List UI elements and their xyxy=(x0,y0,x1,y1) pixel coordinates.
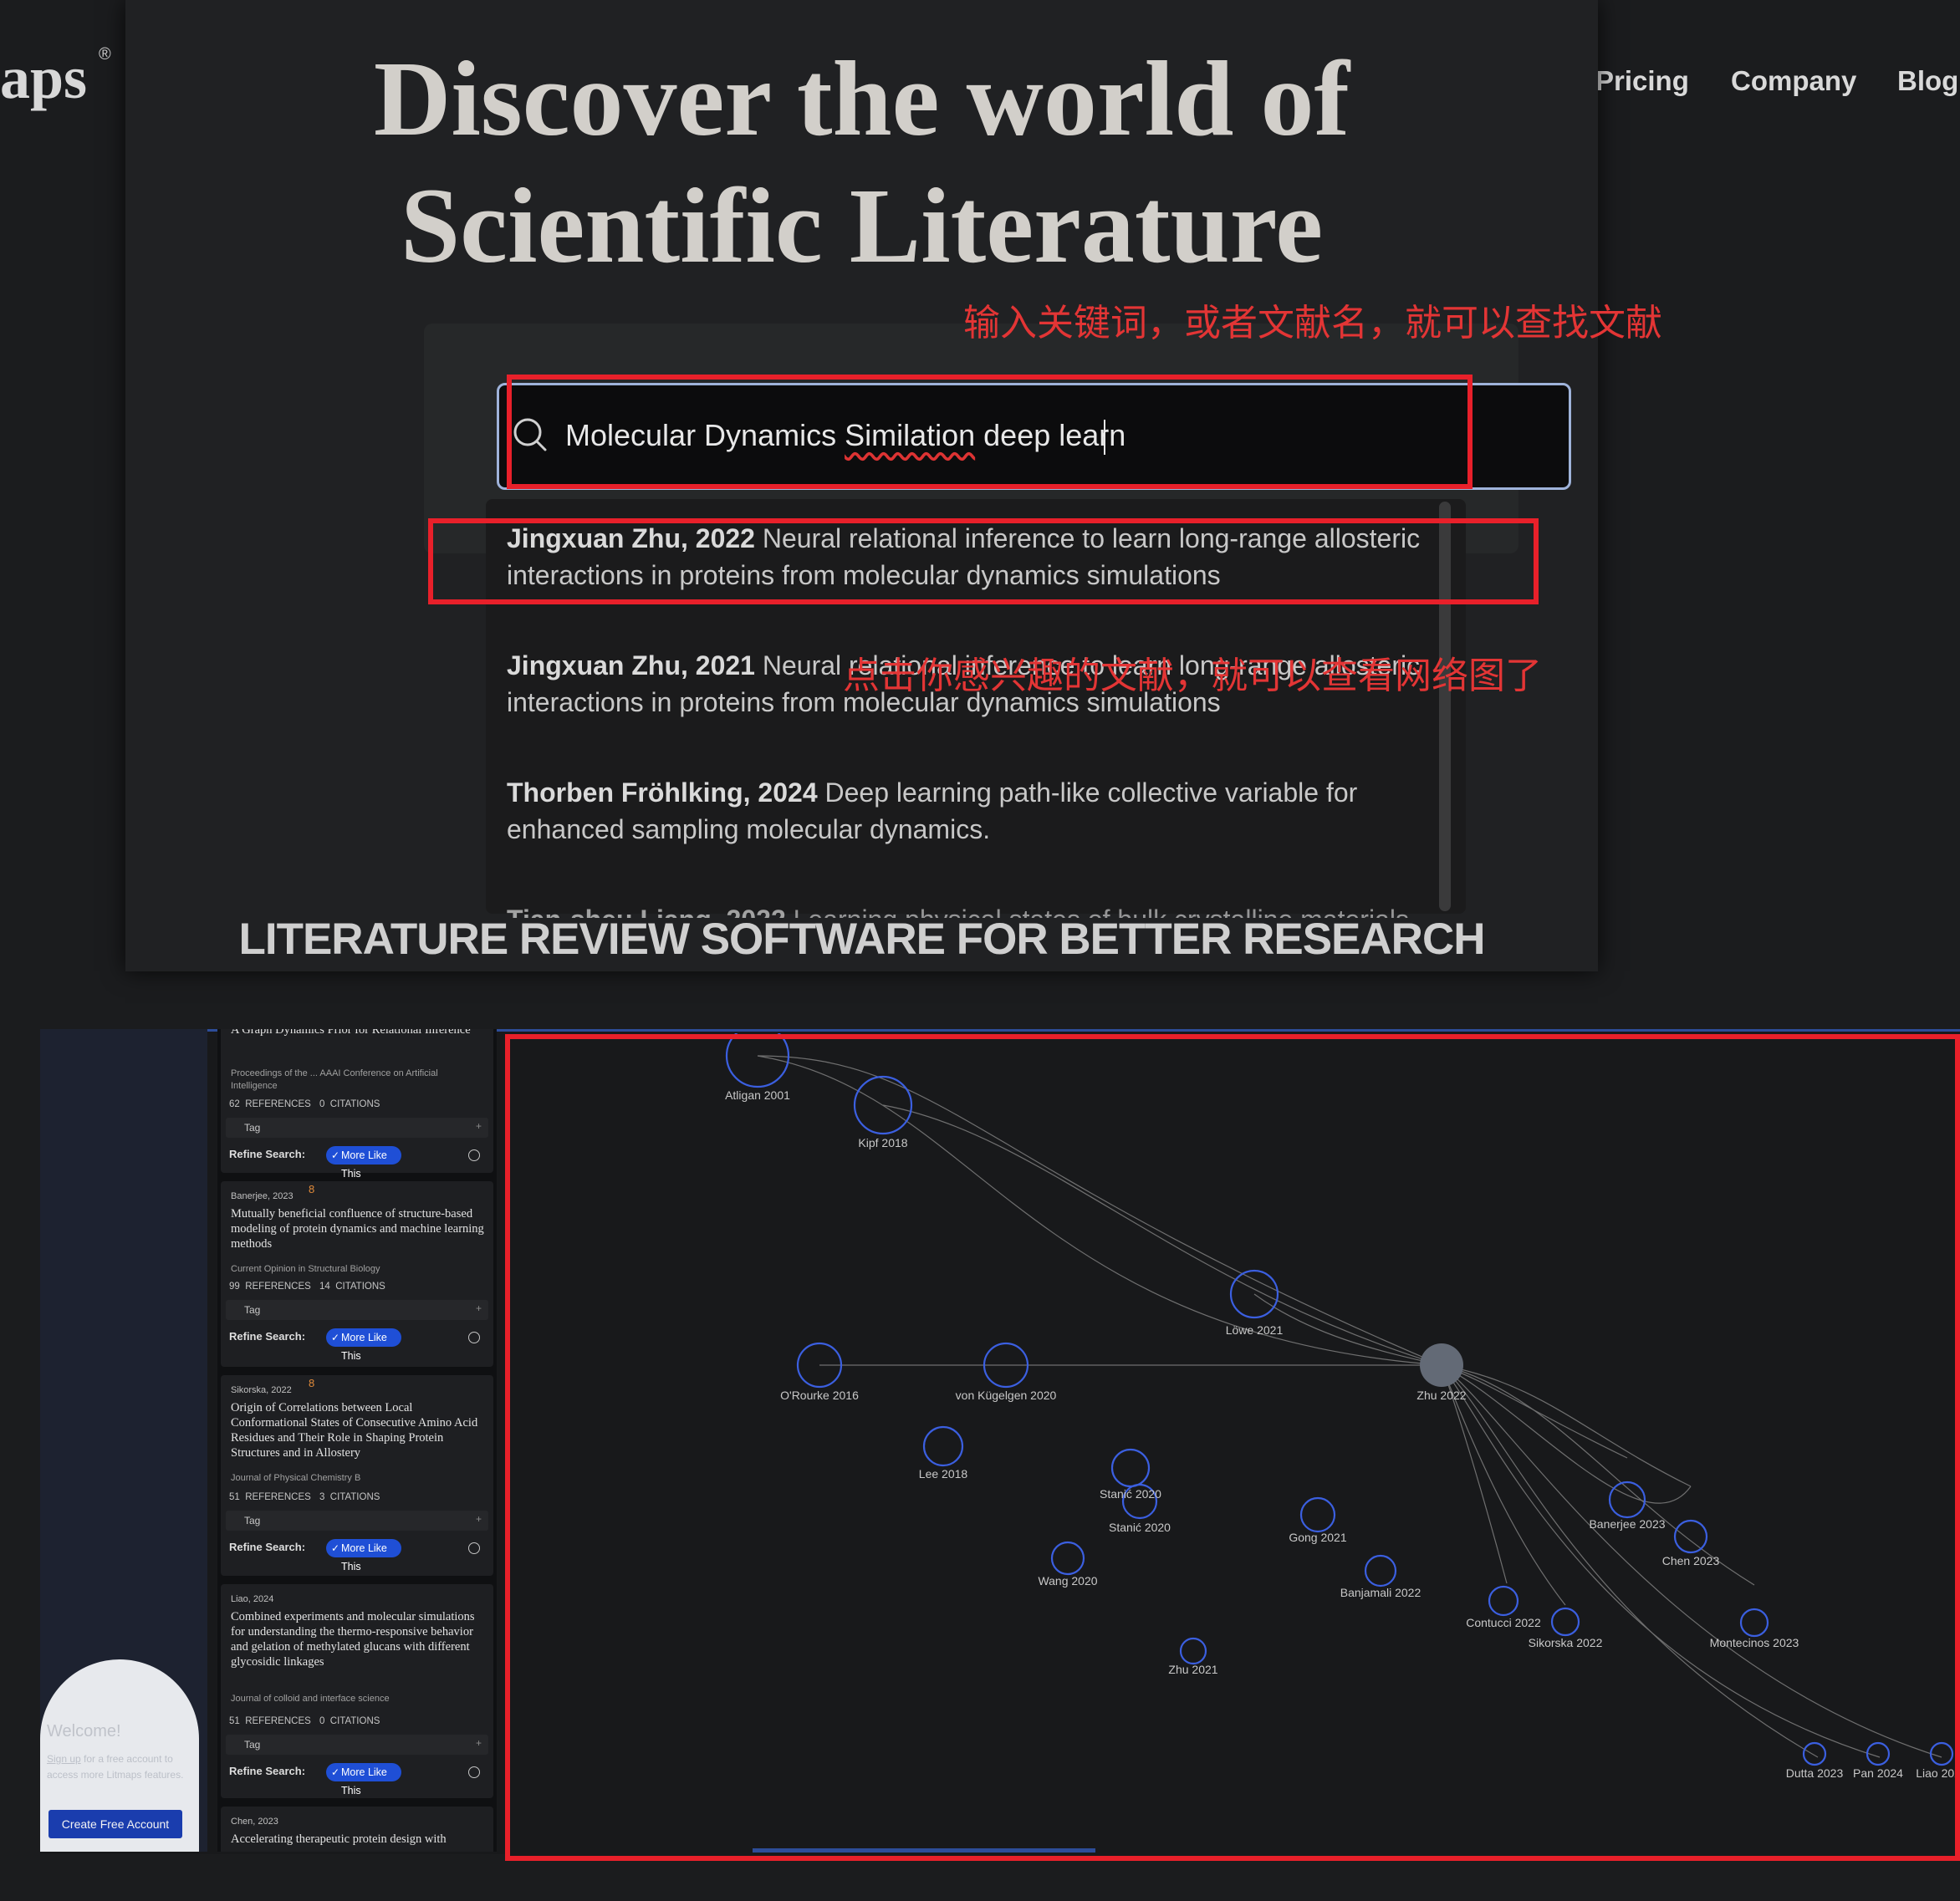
card-title[interactable]: Accelerating therapeutic protein design … xyxy=(231,1832,486,1847)
card-venue: Journal of Physical Chemistry B xyxy=(231,1473,361,1483)
card-venue: Journal of colloid and interface science xyxy=(231,1694,390,1704)
welcome-panel: Welcome! Sign up for a free account to a… xyxy=(40,1659,199,1852)
tag-field[interactable]: Tag + xyxy=(226,1735,488,1755)
tag-field[interactable]: Tag + xyxy=(226,1118,488,1138)
card-venue: Current Opinion in Structural Biology xyxy=(231,1264,380,1274)
nav-pricing[interactable]: Pricing xyxy=(1595,65,1689,97)
exclude-icon[interactable] xyxy=(468,1766,480,1778)
more-like-this-button[interactable]: More Like This xyxy=(326,1146,401,1180)
card-citations: 0 CITATIONS xyxy=(319,1099,380,1109)
open-access-icon: 8 xyxy=(309,1183,315,1195)
annotation-box-suggestion xyxy=(428,518,1539,604)
card-author: Banerjee, 2023 xyxy=(231,1191,293,1201)
tagline: LITERATURE REVIEW SOFTWARE FOR BETTER RE… xyxy=(238,915,1485,964)
result-card[interactable]: Liao, 2024 Combined experiments and mole… xyxy=(221,1584,493,1798)
card-title[interactable]: Mutually beneficial confluence of struct… xyxy=(231,1206,486,1251)
card-citations: 3 CITATIONS xyxy=(319,1492,380,1502)
result-card[interactable]: Chen, 2023 Accelerating therapeutic prot… xyxy=(221,1807,493,1852)
hero-title-line2: Scientific Literature xyxy=(400,166,1324,285)
hero-title: Discover the world of Scientific Literat… xyxy=(125,35,1598,289)
nav-blog[interactable]: Blog xyxy=(1897,65,1958,97)
card-references: 99 REFERENCES xyxy=(229,1282,311,1292)
plus-icon[interactable]: + xyxy=(476,1737,482,1749)
refine-label: Refine Search: xyxy=(229,1765,306,1777)
refine-label: Refine Search: xyxy=(229,1330,306,1343)
result-card[interactable]: Banerjee, 2023 8 Mutually beneficial con… xyxy=(221,1181,493,1367)
card-author: Sikorska, 2022 xyxy=(231,1385,292,1395)
create-account-button[interactable]: Create Free Account xyxy=(48,1810,182,1838)
card-author: Chen, 2023 xyxy=(231,1817,278,1827)
refine-label: Refine Search: xyxy=(229,1148,306,1160)
annotation-box-graph xyxy=(505,1034,1960,1861)
tag-field[interactable]: Tag + xyxy=(226,1300,488,1320)
result-card[interactable]: Sikorska, 2022 8 Origin of Correlations … xyxy=(221,1375,493,1576)
welcome-title: Welcome! xyxy=(47,1722,121,1740)
suggestion-item[interactable]: Thorben Fröhlking, 2024 Deep learning pa… xyxy=(507,774,1443,848)
card-references: 51 REFERENCES xyxy=(229,1492,311,1502)
card-venue: Proceedings of the ... AAAI Conference o… xyxy=(231,1068,438,1091)
card-title[interactable]: Origin of Correlations between Local Con… xyxy=(231,1400,486,1460)
nav-company[interactable]: Company xyxy=(1731,65,1856,97)
card-citations: 0 CITATIONS xyxy=(319,1716,380,1726)
more-like-this-button[interactable]: More Like This xyxy=(326,1763,401,1797)
card-author: Liao, 2024 xyxy=(231,1594,274,1604)
welcome-text: Sign up for a free account to access mor… xyxy=(47,1753,184,1781)
tag-field[interactable]: Tag + xyxy=(226,1511,488,1531)
more-like-this-button[interactable]: More Like This xyxy=(326,1539,401,1572)
card-title[interactable]: A Graph Dynamics Prior for Relational In… xyxy=(231,1029,486,1037)
exclude-icon[interactable] xyxy=(468,1332,480,1343)
annotation-search-hint: 输入关键词，或者文献名，就可以查找文献 xyxy=(963,302,1662,344)
annotation-click-hint: 点击你感兴趣的文献，就可以查看网络图了 xyxy=(843,655,1542,697)
registered-mark: ® xyxy=(99,45,111,64)
card-references: 51 REFERENCES xyxy=(229,1716,311,1726)
open-access-icon: 8 xyxy=(309,1377,315,1389)
plus-icon[interactable]: + xyxy=(476,1120,482,1132)
plus-icon[interactable]: + xyxy=(476,1302,482,1314)
more-like-this-button[interactable]: More Like This xyxy=(326,1328,401,1362)
exclude-icon[interactable] xyxy=(468,1149,480,1161)
card-references: 62 REFERENCES xyxy=(229,1099,311,1109)
refine-label: Refine Search: xyxy=(229,1541,306,1553)
plus-icon[interactable]: + xyxy=(476,1513,482,1525)
sign-up-link[interactable]: Sign up xyxy=(47,1753,81,1765)
result-card[interactable]: A Graph Dynamics Prior for Relational In… xyxy=(221,1029,493,1180)
card-citations: 14 CITATIONS xyxy=(319,1282,385,1292)
card-title[interactable]: Combined experiments and molecular simul… xyxy=(231,1609,486,1669)
results-list: A Graph Dynamics Prior for Relational In… xyxy=(217,1029,497,1852)
logo-text[interactable]: aps xyxy=(0,43,87,113)
annotation-box-search xyxy=(507,375,1473,489)
exclude-icon[interactable] xyxy=(468,1542,480,1554)
hero-title-line1: Discover the world of xyxy=(373,39,1350,158)
